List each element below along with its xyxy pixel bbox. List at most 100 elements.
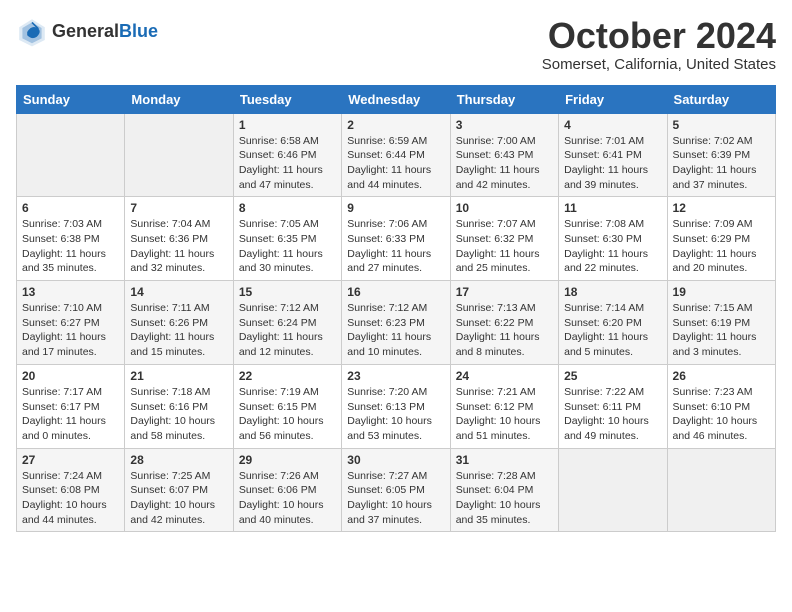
day-info: Sunrise: 7:08 AMSunset: 6:30 PMDaylight:… xyxy=(564,217,661,276)
calendar-cell xyxy=(17,113,125,197)
day-info: Sunrise: 7:23 AMSunset: 6:10 PMDaylight:… xyxy=(673,385,770,444)
day-number: 24 xyxy=(456,369,553,383)
calendar-cell: 22Sunrise: 7:19 AMSunset: 6:15 PMDayligh… xyxy=(233,364,341,448)
day-info: Sunrise: 7:09 AMSunset: 6:29 PMDaylight:… xyxy=(673,217,770,276)
calendar-week-1: 1 Sunrise: 6:58 AMSunset: 6:46 PMDaylight… xyxy=(17,113,776,197)
day-number: 3 xyxy=(456,118,553,132)
day-info: Sunrise: 6:59 AMSunset: 6:44 PMDaylight:… xyxy=(347,134,444,193)
day-number: 12 xyxy=(673,201,770,215)
day-info: Sunrise: 7:04 AMSunset: 6:36 PMDaylight:… xyxy=(130,217,227,276)
day-number: 21 xyxy=(130,369,227,383)
calendar-cell: 17 Sunrise: 7:13 AMSunset: 6:22 PMDayligh… xyxy=(450,281,558,365)
day-info: Sunrise: 7:25 AMSunset: 6:07 PMDaylight:… xyxy=(130,469,227,528)
calendar-header-wednesday: Wednesday xyxy=(342,85,450,113)
calendar-cell: 16 Sunrise: 7:12 AMSunset: 6:23 PMDayligh… xyxy=(342,281,450,365)
calendar-cell xyxy=(667,448,775,532)
calendar-cell: 1 Sunrise: 6:58 AMSunset: 6:46 PMDaylight… xyxy=(233,113,341,197)
calendar-cell xyxy=(559,448,667,532)
day-number: 7 xyxy=(130,201,227,215)
calendar-cell: 7 Sunrise: 7:04 AMSunset: 6:36 PMDaylight… xyxy=(125,197,233,281)
calendar-cell: 26 Sunrise: 7:23 AMSunset: 6:10 PMDayligh… xyxy=(667,364,775,448)
calendar-header-thursday: Thursday xyxy=(450,85,558,113)
day-info: Sunrise: 7:28 AMSunset: 6:04 PMDaylight:… xyxy=(456,469,553,528)
day-info: Sunrise: 7:03 AMSunset: 6:38 PMDaylight:… xyxy=(22,217,119,276)
day-number: 26 xyxy=(673,369,770,383)
day-info: Sunrise: 7:14 AMSunset: 6:20 PMDaylight:… xyxy=(564,301,661,360)
calendar-cell: 21 Sunrise: 7:18 AMSunset: 6:16 PMDayligh… xyxy=(125,364,233,448)
month-title: October 2024 xyxy=(542,16,776,56)
calendar-cell: 3 Sunrise: 7:00 AMSunset: 6:43 PMDaylight… xyxy=(450,113,558,197)
day-number: 9 xyxy=(347,201,444,215)
day-info: Sunrise: 7:27 AMSunset: 6:05 PMDaylight:… xyxy=(347,469,444,528)
day-number: 14 xyxy=(130,285,227,299)
day-number: 8 xyxy=(239,201,336,215)
day-number: 18 xyxy=(564,285,661,299)
calendar-cell: 9 Sunrise: 7:06 AMSunset: 6:33 PMDaylight… xyxy=(342,197,450,281)
day-number: 4 xyxy=(564,118,661,132)
calendar-cell: 13 Sunrise: 7:10 AMSunset: 6:27 PMDayligh… xyxy=(17,281,125,365)
day-info: Sunrise: 7:19 AMSunset: 6:15 PMDaylight:… xyxy=(239,385,336,444)
calendar-header-monday: Monday xyxy=(125,85,233,113)
calendar-cell: 30Sunrise: 7:27 AMSunset: 6:05 PMDayligh… xyxy=(342,448,450,532)
day-number: 15 xyxy=(239,285,336,299)
day-number: 2 xyxy=(347,118,444,132)
calendar-cell: 23Sunrise: 7:20 AMSunset: 6:13 PMDayligh… xyxy=(342,364,450,448)
calendar-cell: 24 Sunrise: 7:21 AMSunset: 6:12 PMDayligh… xyxy=(450,364,558,448)
calendar-cell: 5 Sunrise: 7:02 AMSunset: 6:39 PMDaylight… xyxy=(667,113,775,197)
calendar-cell: 31Sunrise: 7:28 AMSunset: 6:04 PMDayligh… xyxy=(450,448,558,532)
logo: GeneralBlue xyxy=(16,16,158,48)
day-info: Sunrise: 7:10 AMSunset: 6:27 PMDaylight:… xyxy=(22,301,119,360)
day-info: Sunrise: 7:07 AMSunset: 6:32 PMDaylight:… xyxy=(456,217,553,276)
calendar-cell: 15 Sunrise: 7:12 AMSunset: 6:24 PMDayligh… xyxy=(233,281,341,365)
calendar-header-row: SundayMondayTuesdayWednesdayThursdayFrid… xyxy=(17,85,776,113)
calendar-cell: 27Sunrise: 7:24 AMSunset: 6:08 PMDayligh… xyxy=(17,448,125,532)
day-info: Sunrise: 7:02 AMSunset: 6:39 PMDaylight:… xyxy=(673,134,770,193)
calendar-cell: 6Sunrise: 7:03 AMSunset: 6:38 PMDaylight… xyxy=(17,197,125,281)
calendar-cell: 12 Sunrise: 7:09 AMSunset: 6:29 PMDayligh… xyxy=(667,197,775,281)
day-info: Sunrise: 7:11 AMSunset: 6:26 PMDaylight:… xyxy=(130,301,227,360)
calendar-cell: 28 Sunrise: 7:25 AMSunset: 6:07 PMDayligh… xyxy=(125,448,233,532)
calendar-cell: 4 Sunrise: 7:01 AMSunset: 6:41 PMDaylight… xyxy=(559,113,667,197)
logo-text: GeneralBlue xyxy=(52,21,158,43)
day-info: Sunrise: 7:17 AMSunset: 6:17 PMDaylight:… xyxy=(22,385,119,444)
calendar-cell: 2 Sunrise: 6:59 AMSunset: 6:44 PMDaylight… xyxy=(342,113,450,197)
day-info: Sunrise: 7:15 AMSunset: 6:19 PMDaylight:… xyxy=(673,301,770,360)
day-info: Sunrise: 7:12 AMSunset: 6:23 PMDaylight:… xyxy=(347,301,444,360)
day-number: 20 xyxy=(22,369,119,383)
calendar-header-friday: Friday xyxy=(559,85,667,113)
day-info: Sunrise: 7:00 AMSunset: 6:43 PMDaylight:… xyxy=(456,134,553,193)
calendar-table: SundayMondayTuesdayWednesdayThursdayFrid… xyxy=(16,85,776,533)
day-info: Sunrise: 6:58 AMSunset: 6:46 PMDaylight:… xyxy=(239,134,336,193)
calendar-header-sunday: Sunday xyxy=(17,85,125,113)
day-number: 5 xyxy=(673,118,770,132)
calendar-week-3: 13 Sunrise: 7:10 AMSunset: 6:27 PMDayligh… xyxy=(17,281,776,365)
calendar-week-4: 20 Sunrise: 7:17 AMSunset: 6:17 PMDayligh… xyxy=(17,364,776,448)
day-info: Sunrise: 7:22 AMSunset: 6:11 PMDaylight:… xyxy=(564,385,661,444)
day-info: Sunrise: 7:01 AMSunset: 6:41 PMDaylight:… xyxy=(564,134,661,193)
day-info: Sunrise: 7:05 AMSunset: 6:35 PMDaylight:… xyxy=(239,217,336,276)
day-number: 27 xyxy=(22,453,119,467)
calendar-cell: 20 Sunrise: 7:17 AMSunset: 6:17 PMDayligh… xyxy=(17,364,125,448)
day-info: Sunrise: 7:26 AMSunset: 6:06 PMDaylight:… xyxy=(239,469,336,528)
day-number: 19 xyxy=(673,285,770,299)
day-number: 23 xyxy=(347,369,444,383)
calendar-cell: 10Sunrise: 7:07 AMSunset: 6:32 PMDayligh… xyxy=(450,197,558,281)
day-info: Sunrise: 7:06 AMSunset: 6:33 PMDaylight:… xyxy=(347,217,444,276)
calendar-cell: 8 Sunrise: 7:05 AMSunset: 6:35 PMDaylight… xyxy=(233,197,341,281)
location: Somerset, California, United States xyxy=(542,56,776,73)
day-info: Sunrise: 7:12 AMSunset: 6:24 PMDaylight:… xyxy=(239,301,336,360)
day-number: 1 xyxy=(239,118,336,132)
day-number: 17 xyxy=(456,285,553,299)
calendar-header-saturday: Saturday xyxy=(667,85,775,113)
day-number: 13 xyxy=(22,285,119,299)
logo-general: General xyxy=(52,21,119,41)
day-info: Sunrise: 7:21 AMSunset: 6:12 PMDaylight:… xyxy=(456,385,553,444)
day-number: 16 xyxy=(347,285,444,299)
calendar-week-5: 27Sunrise: 7:24 AMSunset: 6:08 PMDayligh… xyxy=(17,448,776,532)
day-info: Sunrise: 7:13 AMSunset: 6:22 PMDaylight:… xyxy=(456,301,553,360)
day-info: Sunrise: 7:18 AMSunset: 6:16 PMDaylight:… xyxy=(130,385,227,444)
calendar-cell: 14 Sunrise: 7:11 AMSunset: 6:26 PMDayligh… xyxy=(125,281,233,365)
day-number: 28 xyxy=(130,453,227,467)
calendar-header-tuesday: Tuesday xyxy=(233,85,341,113)
calendar-week-2: 6Sunrise: 7:03 AMSunset: 6:38 PMDaylight… xyxy=(17,197,776,281)
